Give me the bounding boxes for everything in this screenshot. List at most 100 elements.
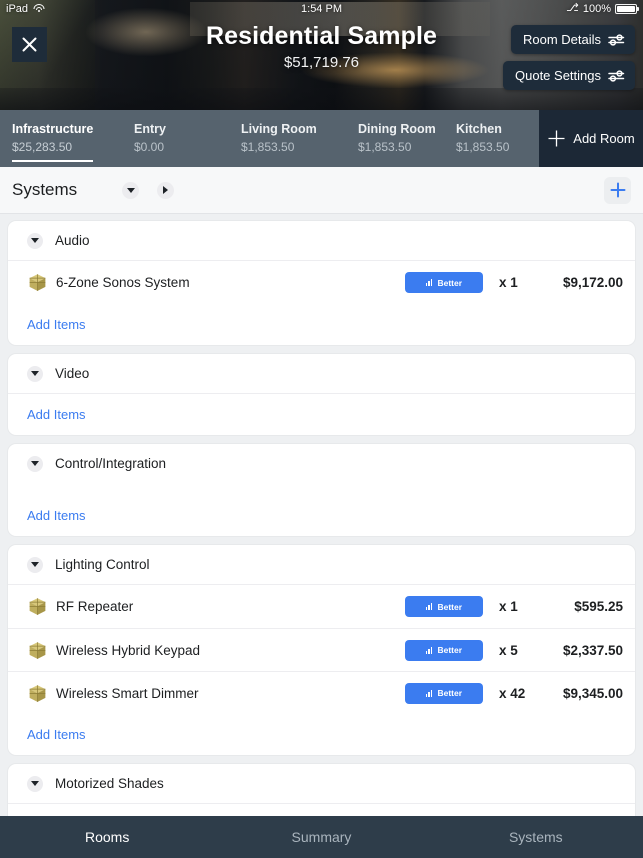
chevron-down-icon: [31, 371, 39, 376]
package-box-icon: [29, 274, 46, 291]
tab-systems[interactable]: Systems: [429, 829, 643, 845]
package-box-icon: [29, 684, 46, 702]
table-row[interactable]: 6-Zone Sonos System Better x 1 $9,172.00: [8, 261, 635, 304]
chevron-down-icon: [126, 187, 135, 193]
item-quantity: x 42: [499, 685, 526, 701]
chevron-down-icon: [31, 562, 39, 567]
section-title: Control/Integration: [55, 456, 167, 471]
systems-toolbar: Systems: [0, 167, 643, 214]
battery-full-icon: [615, 3, 639, 14]
bars-icon: [425, 279, 433, 286]
room-tabs-bar: Infrastructure $25,283.50 Entry $0.00 Li…: [0, 110, 643, 167]
hero-bottom-shade: [0, 88, 643, 110]
room-tab-kitchen[interactable]: Kitchen $1,853.50: [442, 110, 539, 167]
section-title: Video: [55, 366, 90, 381]
item-price: $9,345.00: [562, 685, 623, 701]
section-card-audio: Audio 6-Zone Sonos System Better x 1 $9,…: [7, 220, 636, 346]
section-header[interactable]: Audio: [8, 221, 635, 260]
section-header[interactable]: Control/Integration: [8, 444, 635, 483]
plus-icon: [610, 182, 625, 198]
item-quantity: x 1: [499, 275, 518, 290]
section-collapse-toggle[interactable]: [27, 455, 43, 472]
expand-all-button[interactable]: [157, 181, 175, 199]
section-collapse-toggle[interactable]: [27, 365, 43, 382]
item-name: Wireless Hybrid Keypad: [56, 642, 201, 658]
status-bar-right: ⎇ 100%: [566, 2, 639, 15]
tier-label: Better: [437, 601, 463, 612]
bluetooth-icon: ⎇: [566, 2, 579, 14]
tab-rooms[interactable]: Rooms: [0, 829, 214, 845]
room-details-button[interactable]: Room Details: [510, 25, 635, 54]
section-title: Motorized Shades: [55, 776, 164, 791]
tier-badge-better[interactable]: Better: [405, 596, 483, 617]
section-title: Lighting Control: [55, 557, 150, 572]
chevron-right-icon: [163, 186, 169, 194]
room-tab-living-room[interactable]: Living Room $1,853.50: [228, 110, 341, 167]
tier-badge-better[interactable]: Better: [405, 639, 483, 661]
quote-settings-button[interactable]: Quote Settings: [503, 61, 635, 90]
systems-list[interactable]: Audio 6-Zone Sonos System Better x 1 $9,…: [0, 214, 643, 858]
room-tab-dining-room[interactable]: Dining Room $1,853.50: [341, 110, 442, 167]
app-root: iPad 1:54 PM ⎇ 100% Residential Sample $…: [0, 0, 643, 858]
tier-badge-better[interactable]: Better: [405, 272, 483, 293]
table-row[interactable]: RF Repeater Better x 1 $595.25: [8, 585, 635, 628]
room-tabs-scroll[interactable]: Infrastructure $25,283.50 Entry $0.00 Li…: [0, 110, 539, 167]
item-name: Wireless Smart Dimmer: [56, 685, 199, 701]
section-card-lighting-control: Lighting Control RF Repeater Better x 1 …: [7, 544, 636, 756]
add-room-label: Add Room: [573, 131, 635, 146]
section-collapse-toggle[interactable]: [27, 556, 43, 573]
item-name: RF Repeater: [56, 599, 134, 614]
bars-icon: [425, 603, 433, 610]
section-card-control-integration: Control/Integration Add Items: [7, 443, 636, 537]
room-tab-price: $1,853.50: [358, 140, 412, 154]
tier-label: Better: [437, 645, 463, 655]
bottom-tab-bar: Rooms Summary Systems: [0, 816, 643, 858]
room-tab-price: $0.00: [134, 140, 165, 154]
room-tab-name: Living Room: [241, 122, 317, 136]
room-tab-infrastructure[interactable]: Infrastructure $25,283.50: [0, 110, 114, 167]
active-tab-indicator: [12, 160, 93, 162]
close-icon: [22, 37, 37, 52]
close-button[interactable]: [12, 27, 47, 62]
section-header[interactable]: Video: [8, 354, 635, 393]
room-tab-entry[interactable]: Entry $0.00: [114, 110, 228, 167]
add-items-link[interactable]: Add Items: [8, 483, 635, 536]
room-tab-price: $25,283.50: [12, 140, 73, 154]
add-room-button[interactable]: Add Room: [539, 110, 643, 167]
section-header[interactable]: Lighting Control: [8, 545, 635, 584]
table-row[interactable]: Wireless Smart Dimmer Better x 42 $9,345…: [8, 671, 635, 714]
sliders-icon: [608, 69, 625, 82]
package-box-icon: [29, 598, 46, 615]
battery-percent-label: 100%: [582, 2, 611, 15]
add-items-link[interactable]: Add Items: [8, 394, 635, 435]
collapse-all-button[interactable]: [122, 181, 140, 199]
tab-summary[interactable]: Summary: [214, 829, 428, 845]
hero-action-group: Room Details Quote Settings: [503, 25, 635, 90]
section-card-video: Video Add Items: [7, 353, 636, 436]
room-tab-name: Infrastructure: [12, 122, 94, 136]
table-row[interactable]: Wireless Hybrid Keypad Better x 5 $2,337…: [8, 628, 635, 671]
add-items-link[interactable]: Add Items: [8, 714, 635, 755]
item-price: $2,337.50: [562, 642, 623, 658]
section-header[interactable]: Motorized Shades: [8, 764, 635, 803]
section-collapse-toggle[interactable]: [27, 775, 43, 792]
add-items-link[interactable]: Add Items: [8, 304, 635, 345]
chevron-down-icon: [31, 781, 39, 786]
package-box-icon: [29, 641, 46, 659]
add-system-button[interactable]: [604, 176, 631, 204]
item-quantity: x 1: [499, 599, 518, 614]
item-quantity: x 5: [499, 642, 518, 658]
item-name: 6-Zone Sonos System: [56, 275, 190, 290]
room-tab-price: $1,853.50: [241, 140, 295, 154]
bars-icon: [425, 646, 433, 654]
status-bar-time: 1:54 PM: [301, 2, 342, 15]
room-tab-price: $1,853.50: [456, 140, 510, 154]
section-collapse-toggle[interactable]: [27, 232, 43, 249]
tier-label: Better: [437, 688, 463, 698]
room-tab-name: Dining Room: [358, 122, 436, 136]
tier-label: Better: [437, 277, 463, 288]
room-details-label: Room Details: [522, 32, 601, 47]
tier-badge-better[interactable]: Better: [405, 682, 483, 704]
chevron-down-icon: [31, 238, 39, 243]
sliders-icon: [608, 33, 625, 46]
